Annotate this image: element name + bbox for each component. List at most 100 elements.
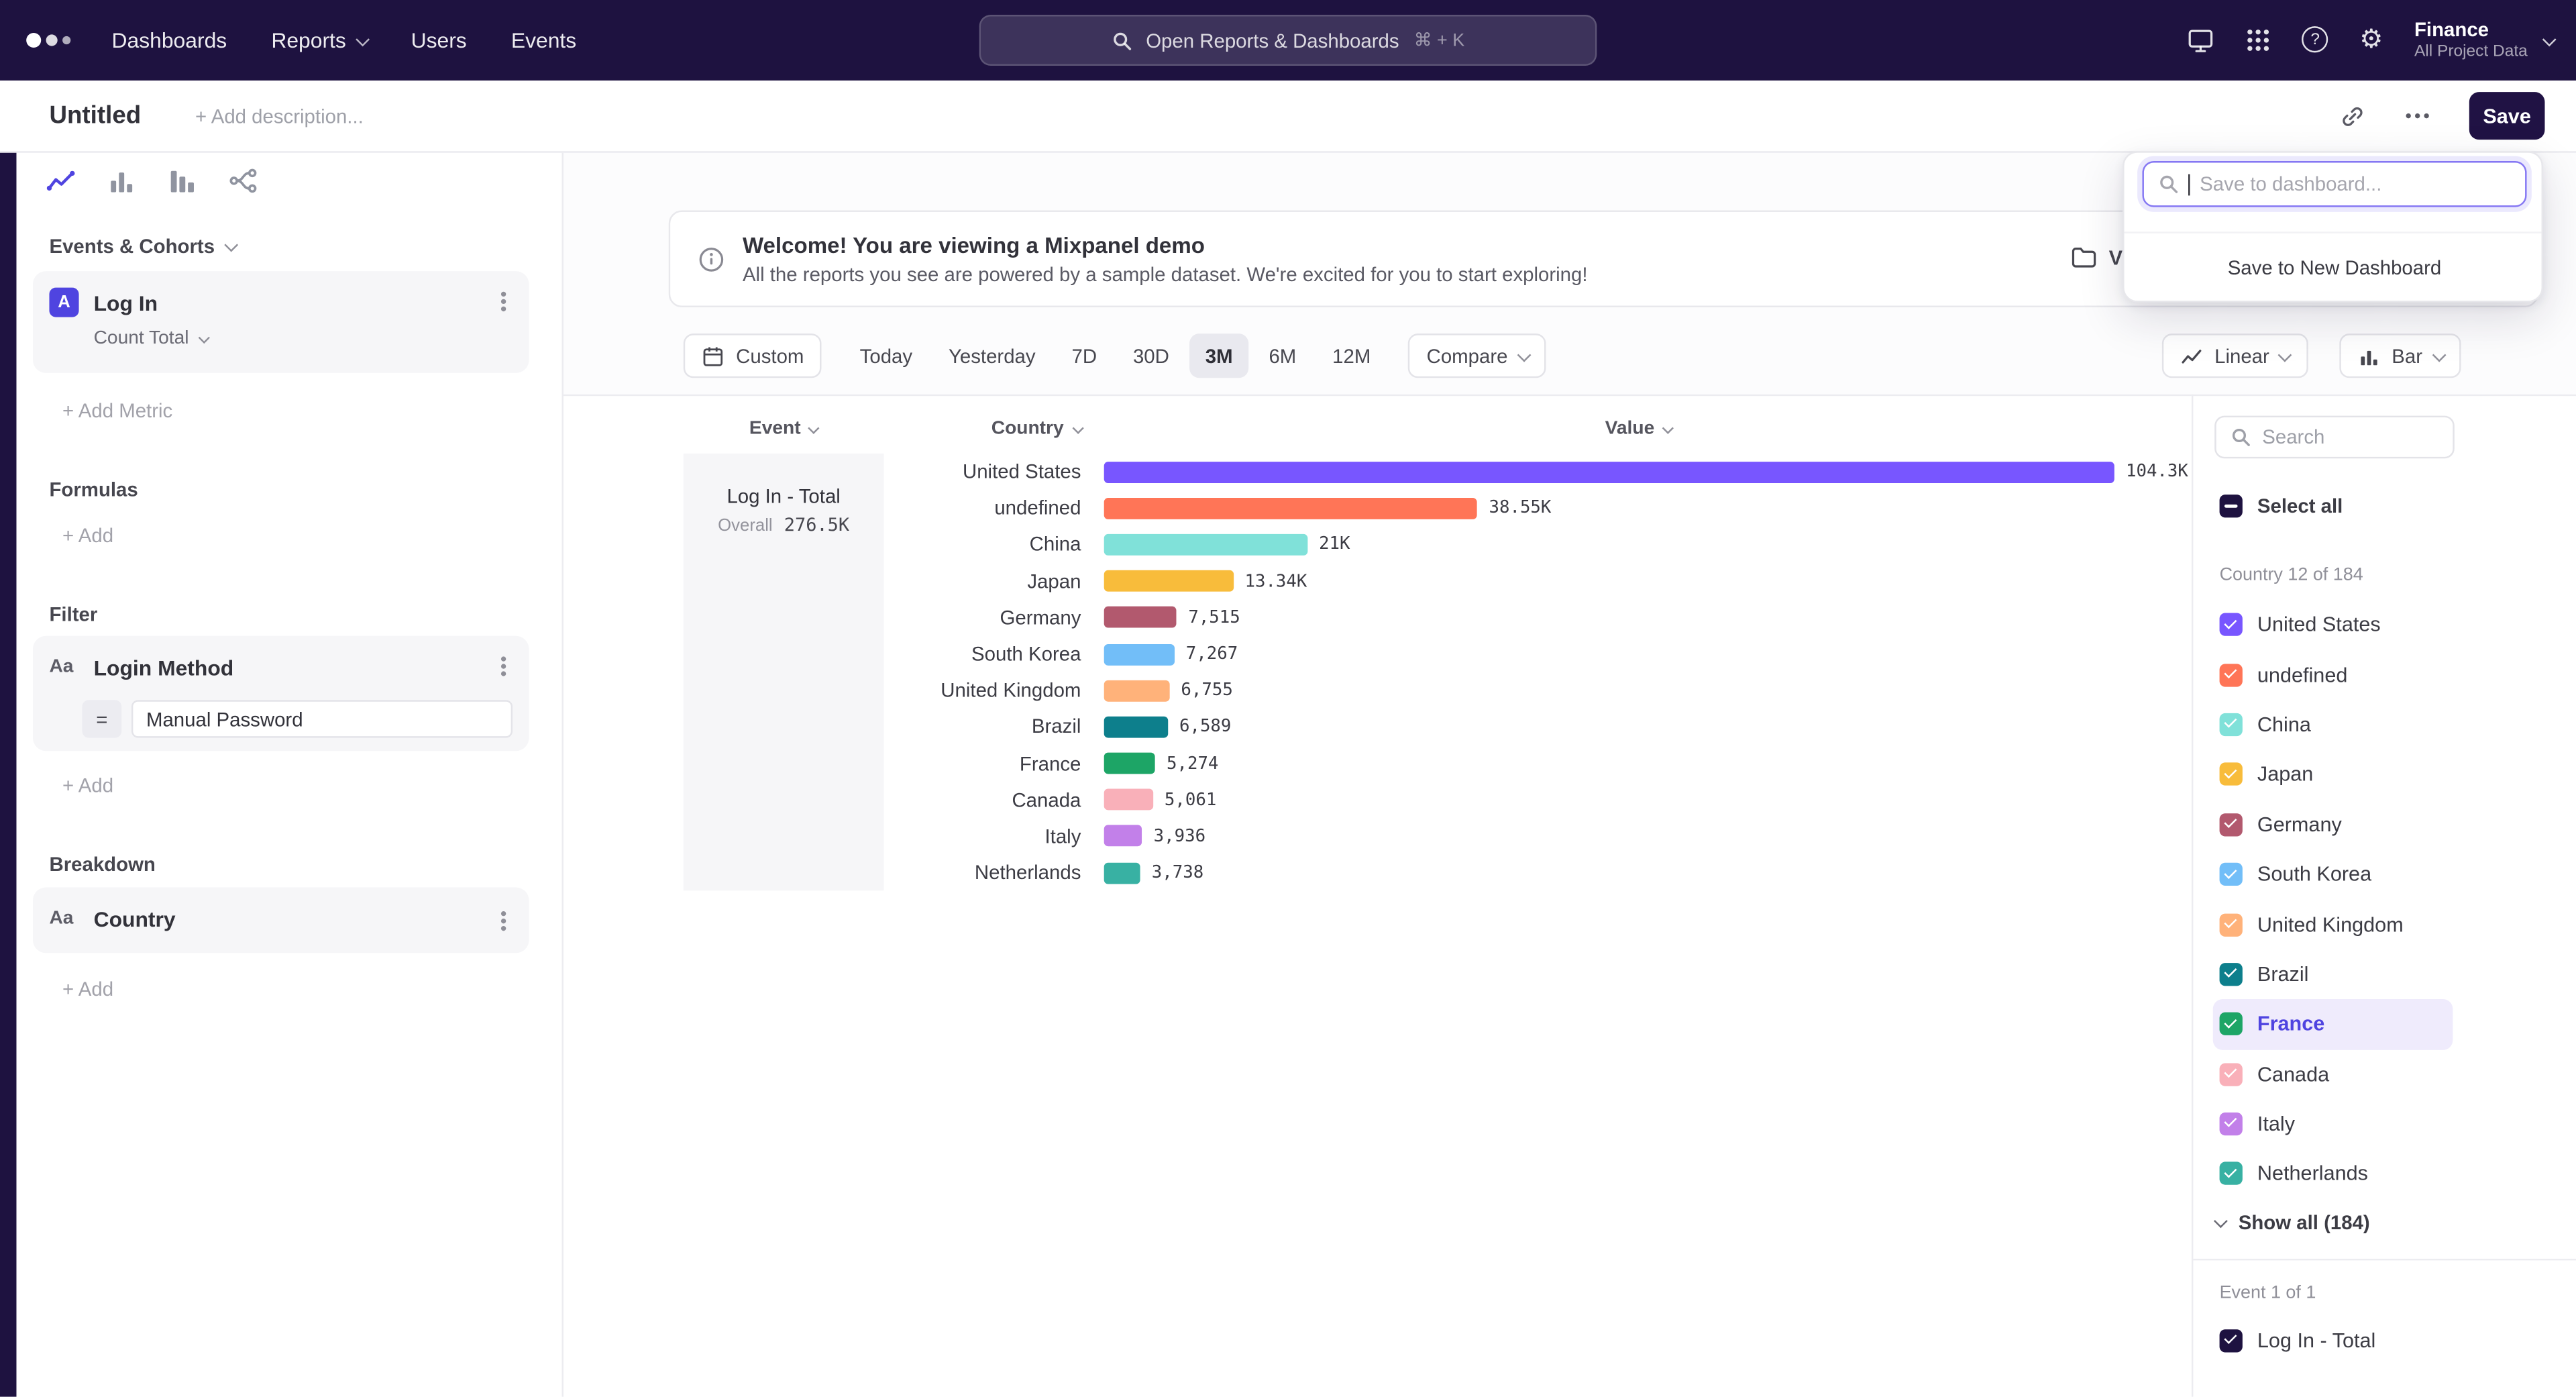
bar-segment[interactable]	[1104, 680, 1170, 701]
custom-date-button[interactable]: Custom	[684, 333, 822, 378]
help-icon[interactable]: ?	[2302, 27, 2328, 53]
metric-aggregation-selector[interactable]: Count Total	[94, 329, 208, 348]
country-checkbox[interactable]	[2220, 813, 2243, 836]
country-filter-item[interactable]: Canada	[2213, 1049, 2453, 1099]
bar-segment[interactable]	[1104, 862, 1140, 884]
select-all-row[interactable]: Select all	[2220, 495, 2343, 517]
bar-segment[interactable]	[1104, 498, 1478, 519]
mixpanel-logo-icon[interactable]	[26, 33, 70, 48]
event-series-toggle[interactable]: Log In - Total	[2213, 1316, 2453, 1365]
country-filter-item[interactable]: Netherlands	[2213, 1149, 2453, 1199]
column-header-country[interactable]: Country	[884, 419, 1081, 438]
nav-users[interactable]: Users	[411, 28, 467, 53]
share-link-icon[interactable]	[2339, 103, 2365, 129]
chart-row: France5,274	[884, 745, 2192, 782]
filter-operator-selector[interactable]: =	[82, 700, 121, 737]
country-checkbox[interactable]	[2220, 863, 2243, 886]
country-checkbox[interactable]	[2220, 663, 2243, 686]
range-30d[interactable]: 30D	[1116, 333, 1185, 378]
metric-kebab-icon[interactable]	[501, 299, 506, 304]
country-checkbox[interactable]	[2220, 963, 2243, 986]
country-checkbox[interactable]	[2220, 763, 2243, 786]
country-checkbox[interactable]	[2220, 1063, 2243, 1086]
bar-segment[interactable]	[1104, 461, 2114, 482]
country-filter-item[interactable]: Italy	[2213, 1099, 2453, 1149]
country-filter-item[interactable]: France	[2213, 999, 2453, 1049]
country-checkbox[interactable]	[2220, 1013, 2243, 1035]
country-filter-item[interactable]: undefined	[2213, 650, 2453, 699]
select-all-checkbox[interactable]	[2220, 495, 2243, 517]
bar-segment[interactable]	[1104, 607, 1177, 629]
event-series-checkbox[interactable]	[2220, 1329, 2243, 1352]
settings-gear-icon[interactable]: ⚙	[2359, 27, 2383, 53]
segment-search-input[interactable]: Search	[2214, 416, 2455, 459]
country-checkbox[interactable]	[2220, 613, 2243, 636]
country-filter-item[interactable]: China	[2213, 700, 2453, 749]
bar-category-label: Canada	[884, 788, 1081, 811]
save-dashboard-search-input[interactable]: Save to dashboard...	[2142, 161, 2526, 207]
country-filter-item[interactable]: Germany	[2213, 800, 2453, 849]
events-cohorts-section-header[interactable]: Events & Cohorts	[49, 235, 235, 258]
filter-value-input[interactable]: Manual Password	[131, 700, 513, 737]
range-7d[interactable]: 7D	[1055, 333, 1114, 378]
column-header-value[interactable]: Value	[1605, 419, 1672, 438]
flows-chart-icon[interactable]	[228, 166, 258, 195]
range-today[interactable]: Today	[843, 333, 928, 378]
bar-category-label: Japan	[884, 570, 1081, 592]
country-filter-item[interactable]: South Korea	[2213, 849, 2453, 899]
country-checkbox[interactable]	[2220, 1163, 2243, 1186]
breakdown-property-name[interactable]: Country	[94, 907, 176, 932]
nav-dashboards[interactable]: Dashboards	[112, 28, 227, 53]
chart-area: Event Country Value Log In - Total Overa…	[564, 395, 2192, 1397]
more-options-icon[interactable]	[2404, 113, 2430, 118]
breakdown-kebab-icon[interactable]	[501, 919, 506, 923]
add-breakdown-button[interactable]: + Add	[62, 978, 113, 1000]
global-search-button[interactable]: Open Reports & Dashboards ⌘ + K	[979, 15, 1597, 66]
nav-events[interactable]: Events	[511, 28, 576, 53]
range-yesterday[interactable]: Yesterday	[932, 333, 1052, 378]
insights-line-chart-icon[interactable]	[46, 166, 76, 195]
monitor-icon[interactable]	[2187, 26, 2215, 54]
add-filter-button[interactable]: + Add	[62, 774, 113, 796]
chart-type-selector[interactable]: Bar	[2339, 333, 2461, 378]
country-checkbox[interactable]	[2220, 1113, 2243, 1135]
filter-property-name[interactable]: Login Method	[94, 656, 234, 680]
apps-grid-icon[interactable]	[2246, 28, 2271, 53]
nav-reports[interactable]: Reports	[271, 28, 366, 53]
scale-selector[interactable]: Linear	[2162, 333, 2308, 378]
funnel-chart-icon[interactable]	[168, 166, 197, 195]
add-description-button[interactable]: + Add description...	[195, 105, 364, 127]
bar-segment[interactable]	[1104, 717, 1168, 738]
bar-segment[interactable]	[1104, 570, 1234, 592]
range-3m[interactable]: 3M	[1189, 333, 1249, 378]
add-metric-button[interactable]: + Add Metric	[62, 399, 172, 422]
bar-segment[interactable]	[1104, 753, 1155, 774]
range-12m[interactable]: 12M	[1316, 333, 1387, 378]
country-filter-item[interactable]: Brazil	[2213, 949, 2453, 999]
compare-button[interactable]: Compare	[1409, 333, 1546, 378]
bar-segment[interactable]	[1104, 826, 1142, 847]
text-caret	[2188, 173, 2190, 195]
range-6m[interactable]: 6M	[1252, 333, 1313, 378]
save-button[interactable]: Save	[2469, 92, 2545, 140]
country-checkbox[interactable]	[2220, 913, 2243, 935]
country-filter-item[interactable]: Japan	[2213, 749, 2453, 799]
report-title[interactable]: Untitled	[49, 102, 141, 130]
bar-segment[interactable]	[1104, 534, 1307, 556]
column-header-event[interactable]: Event	[684, 419, 884, 438]
country-group-header: Country 12 of 184	[2220, 565, 2363, 584]
metric-event-name[interactable]: Log In	[94, 291, 158, 315]
view-sample-dashboards-button[interactable]: V	[2070, 245, 2123, 270]
country-checkbox[interactable]	[2220, 713, 2243, 736]
save-to-new-dashboard-button[interactable]: Save to New Dashboard	[2125, 231, 2543, 302]
country-filter-item[interactable]: United States	[2213, 600, 2453, 650]
bar-segment[interactable]	[1104, 643, 1175, 665]
country-filter-item[interactable]: United Kingdom	[2213, 899, 2453, 949]
search-icon	[1112, 30, 1131, 50]
filter-kebab-icon[interactable]	[501, 664, 506, 668]
show-all-button[interactable]: Show all (184)	[2216, 1211, 2370, 1234]
project-switcher[interactable]: Finance All Project Data	[2414, 17, 2553, 62]
add-formula-button[interactable]: + Add	[62, 524, 113, 547]
bar-chart-icon[interactable]	[107, 166, 136, 195]
bar-segment[interactable]	[1104, 789, 1153, 811]
